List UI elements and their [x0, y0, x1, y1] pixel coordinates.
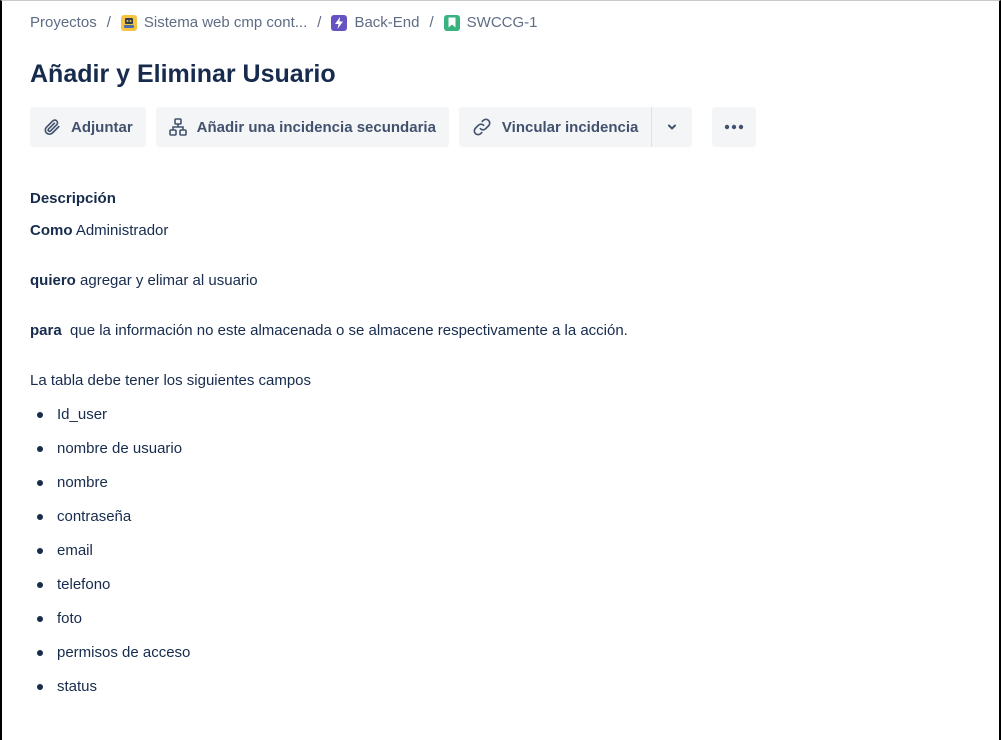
attach-button[interactable]: Adjuntar	[30, 107, 146, 147]
paperclip-icon	[43, 118, 61, 136]
want-text: agregar y elimar al usuario	[75, 272, 258, 289]
user-story-want: quiero agregar y elimar al usuario	[30, 270, 981, 292]
link-options-dropdown-button[interactable]	[652, 107, 693, 147]
bullet	[37, 684, 43, 690]
breadcrumb-separator: /	[429, 14, 434, 31]
more-actions-button[interactable]	[712, 107, 757, 147]
description-heading: Descripción	[30, 190, 116, 207]
list-item: foto	[30, 608, 981, 642]
list-item: permisos de acceso	[30, 642, 981, 676]
as-text: Administrador	[72, 222, 169, 239]
list-item: telefono	[30, 574, 981, 608]
bullet	[37, 616, 43, 622]
chevron-down-icon	[666, 121, 678, 133]
list-item: nombre	[30, 472, 981, 506]
list-item: nombre de usuario	[30, 438, 981, 472]
breadcrumb-project-label: Sistema web cmp cont...	[143, 14, 308, 31]
story-bookmark-icon	[443, 14, 460, 31]
epic-lightning-icon	[331, 14, 348, 31]
field-name: Id_user	[57, 406, 108, 423]
list-item: email	[30, 540, 981, 574]
field-name: contraseña	[57, 508, 132, 525]
breadcrumb-separator: /	[317, 14, 322, 31]
field-name: foto	[57, 610, 83, 627]
description-editor[interactable]: Como Administrador quiero agregar y elim…	[30, 220, 981, 710]
breadcrumb-projects[interactable]: Proyectos	[30, 14, 97, 31]
list-item: contraseña	[30, 506, 981, 540]
bullet	[37, 650, 43, 656]
bullet	[37, 548, 43, 554]
breadcrumb-separator: /	[106, 14, 111, 31]
field-name: permisos de acceso	[57, 644, 191, 661]
breadcrumb-epic[interactable]: Back-End	[331, 14, 420, 31]
table-intro: La tabla debe tener los siguientes campo…	[30, 372, 312, 389]
description-section: Descripción Como Administrador quiero ag…	[30, 188, 981, 710]
list-item: Id_user	[30, 404, 981, 438]
user-story-as: Como Administrador	[30, 220, 981, 242]
hierarchy-icon	[168, 118, 187, 136]
breadcrumb-epic-label: Back-End	[354, 14, 420, 31]
breadcrumb-issue-key: SWCCG-1	[466, 14, 538, 31]
bullet	[37, 480, 43, 486]
fields-list: Id_user nombre de usuario nombre contras…	[30, 404, 981, 710]
field-name: email	[57, 542, 93, 559]
breadcrumb-projects-label: Proyectos	[30, 14, 97, 31]
more-icon	[724, 124, 744, 130]
bullet	[37, 514, 43, 520]
link-icon	[472, 117, 492, 137]
project-avatar-icon	[120, 14, 137, 31]
bullet	[37, 582, 43, 588]
field-name: nombre de usuario	[57, 440, 183, 457]
breadcrumb-issue[interactable]: SWCCG-1	[443, 14, 538, 31]
as-label: Como	[30, 222, 73, 239]
field-name: telefono	[57, 576, 111, 593]
user-story-so-that: para que la información no este almacena…	[30, 320, 981, 342]
link-issue-button[interactable]: Vincular incidencia	[458, 107, 652, 147]
link-issue-label: Vincular incidencia	[501, 118, 639, 136]
so-text: que la información no este almacenada o …	[61, 322, 628, 339]
add-child-issue-button[interactable]: Añadir una incidencia secundaria	[155, 107, 449, 147]
issue-title[interactable]: Añadir y Eliminar Usuario	[30, 60, 336, 89]
list-item: status	[30, 676, 981, 710]
want-label: quiero	[30, 272, 76, 289]
issue-toolbar: Adjuntar Añadir una incidencia secundari…	[30, 107, 766, 147]
field-name: status	[57, 678, 98, 695]
so-label: para	[30, 322, 62, 339]
field-name: nombre	[57, 474, 108, 491]
breadcrumb-project[interactable]: Sistema web cmp cont...	[120, 14, 308, 31]
add-child-issue-label: Añadir una incidencia secundaria	[196, 118, 436, 136]
bullet	[37, 412, 43, 418]
breadcrumb: Proyectos / Sistema web cmp cont... / Ba…	[30, 14, 538, 31]
bullet	[37, 446, 43, 452]
attach-label: Adjuntar	[71, 118, 133, 136]
